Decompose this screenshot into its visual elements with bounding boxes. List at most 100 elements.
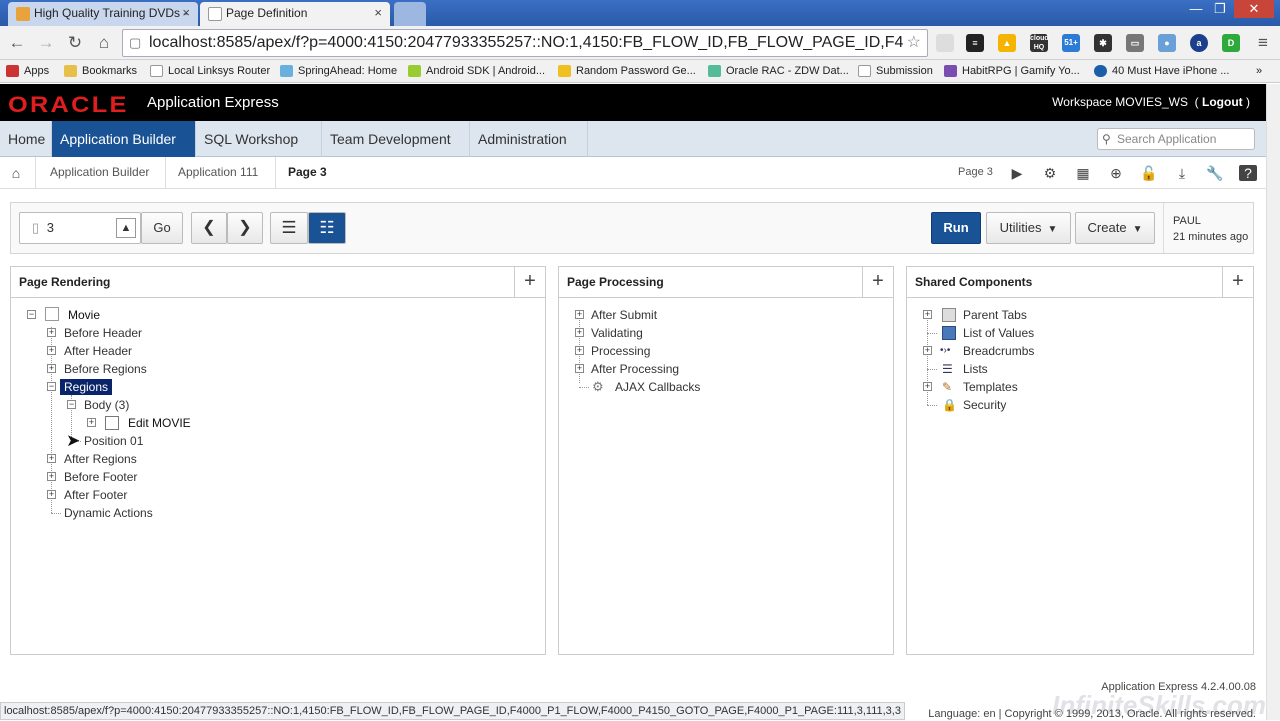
bookmark-oracle-rac[interactable]: Oracle RAC - ZDW Dat... [708,63,849,79]
cast-icon[interactable]: ▭ [1126,34,1144,52]
run-page-icon[interactable]: ▶ [1008,165,1026,181]
tree-node-position-01[interactable]: Position 01 [84,433,143,449]
color-icon[interactable]: ● [1158,34,1176,52]
expand-icon[interactable]: + [47,364,56,373]
expand-icon[interactable]: + [923,346,932,355]
amazon-icon[interactable]: a [1190,34,1208,52]
tree-node-movie[interactable]: Movie [68,307,100,323]
maximize-icon[interactable]: ❐ [1208,0,1232,18]
buffer-icon[interactable]: ≡ [966,34,984,52]
search-application-input[interactable]: ⚲ Search Application [1097,128,1255,150]
tree-node-ajax-callbacks[interactable]: AJAX Callbacks [615,379,700,395]
drive-icon[interactable]: ▲ [998,34,1016,52]
menu-team-development[interactable]: Team Development▼ [322,121,470,183]
bookmark-iphone[interactable]: 40 Must Have iPhone ... [1094,63,1229,79]
add-icon[interactable]: + [514,267,545,297]
add-comment-icon[interactable]: ⊕ [1107,165,1125,181]
crumb-application-111[interactable]: Application 111 [178,157,258,189]
tree-node-before-footer[interactable]: Before Footer [64,469,137,485]
address-bar[interactable]: ▢ localhost:8585/apex/f?p=4000:4150:2047… [122,29,928,57]
expand-icon[interactable]: + [87,418,96,427]
bookmark-linksys[interactable]: Local Linksys Router [150,63,270,79]
menu-application-builder[interactable]: Application Builder▼ [52,121,196,183]
tree-node-list-of-values[interactable]: List of Values [963,325,1034,341]
tree-node-before-regions[interactable]: Before Regions [64,361,147,377]
tree-node-after-header[interactable]: After Header [64,343,132,359]
go-button[interactable]: Go [141,212,183,244]
expand-icon[interactable]: + [47,454,56,463]
tree-node-validating[interactable]: Validating [591,325,643,341]
download-icon[interactable]: ⤓ [1173,165,1191,181]
expand-icon[interactable]: + [575,346,584,355]
tree-node-security[interactable]: Security [963,397,1006,413]
expand-icon[interactable]: + [47,490,56,499]
expand-icon[interactable]: + [923,310,932,319]
tree-node-breadcrumbs[interactable]: Breadcrumbs [963,343,1034,359]
star-icon[interactable]: ☆ [907,30,921,56]
back-icon[interactable]: ← [6,32,28,54]
browser-tab-page-definition[interactable]: Page Definition × [200,2,390,26]
expand-icon[interactable]: + [47,346,56,355]
forward-icon[interactable]: → [35,32,57,54]
minimize-icon[interactable]: — [1184,0,1208,18]
bookmark-folder[interactable]: Bookmarks [64,63,137,79]
extension-icon[interactable] [936,34,954,52]
detail-view-icon[interactable]: ☰ [270,212,308,244]
bookmark-password[interactable]: Random Password Ge... [558,63,696,79]
tab-close-icon[interactable]: × [182,2,190,24]
tree-node-dynamic-actions[interactable]: Dynamic Actions [64,505,153,521]
page-number-input[interactable]: ▯ 3 ▲ [19,212,141,244]
tree-node-after-submit[interactable]: After Submit [591,307,657,323]
tree-node-before-header[interactable]: Before Header [64,325,142,341]
tree-node-body[interactable]: Body (3) [84,397,129,413]
bookmarks-more-icon[interactable]: » [1256,63,1262,79]
expand-icon[interactable]: + [575,310,584,319]
expand-icon[interactable]: + [47,328,56,337]
collapse-icon[interactable]: − [67,400,76,409]
tree-node-lists[interactable]: Lists [963,361,988,377]
vertical-scrollbar[interactable] [1266,84,1280,720]
cloudhq-icon[interactable]: cloud HQ [1030,34,1049,52]
window-close-icon[interactable]: ✕ [1234,0,1274,18]
crumb-application-builder[interactable]: Application Builder [50,157,149,189]
new-tab-button[interactable] [394,2,426,26]
collapse-icon[interactable]: − [47,382,56,391]
tree-node-processing[interactable]: Processing [591,343,650,359]
home-crumb-icon[interactable]: ⌂ [7,165,25,181]
add-icon[interactable]: + [862,267,893,297]
menu-home[interactable]: Home [0,121,52,157]
home-icon[interactable]: ⌂ [93,32,115,54]
tab-close-icon[interactable]: × [374,2,382,24]
menu-icon[interactable]: ≡ [1252,32,1274,54]
chevron-up-icon[interactable]: ▲ [116,218,136,238]
bookmark-habitrpg[interactable]: HabitRPG | Gamify Yo... [944,63,1080,79]
tree-node-regions[interactable]: Regions [60,379,113,395]
unlock-icon[interactable]: 🔓 [1140,165,1158,181]
grid-icon[interactable]: ▦ [1074,165,1092,181]
collapse-icon[interactable]: − [27,310,36,319]
tree-node-edit-movie[interactable]: Edit MOVIE [128,415,191,431]
tree-node-after-regions[interactable]: After Regions [64,451,137,467]
menu-administration[interactable]: Administration▼ [470,121,588,183]
puzzle-icon[interactable]: ✱ [1094,34,1112,52]
menu-sql-workshop[interactable]: SQL Workshop▼ [196,121,322,183]
green-ext-icon[interactable]: D [1222,34,1240,52]
logout-link[interactable]: Logout [1202,95,1243,109]
tree-node-parent-tabs[interactable]: Parent Tabs [963,307,1027,323]
badge-icon[interactable]: 51+ [1062,34,1080,52]
tree-node-after-footer[interactable]: After Footer [64,487,127,503]
wrench-icon[interactable]: 🔧 [1206,165,1224,181]
create-button[interactable]: Create ▼ [1075,212,1155,244]
reload-icon[interactable]: ↻ [64,32,86,54]
bookmark-springahead[interactable]: SpringAhead: Home [280,63,397,79]
tree-view-icon[interactable]: ☷ [308,212,346,244]
add-icon[interactable]: + [1222,267,1253,297]
expand-icon[interactable]: + [575,328,584,337]
expand-icon[interactable]: + [923,382,932,391]
tree-node-templates[interactable]: Templates [963,379,1018,395]
browser-tab-training[interactable]: High Quality Training DVDs - × [8,2,198,26]
previous-page-icon[interactable]: ❮ [191,212,227,244]
run-button[interactable]: Run [931,212,981,244]
bookmark-submission[interactable]: Submission [858,63,933,79]
gear-icon[interactable]: ⚙ [1041,165,1059,181]
